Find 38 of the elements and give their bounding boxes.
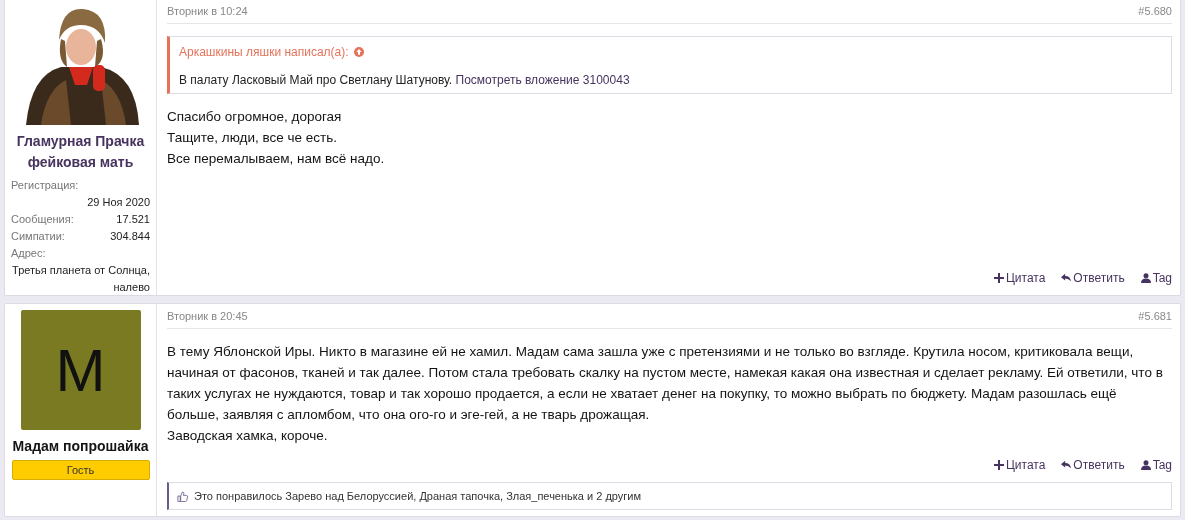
username[interactable]: Гламурная Прачка фейковая мать (11, 131, 150, 173)
stat-value: 17.521 (116, 212, 150, 227)
stat-value: 304.844 (110, 229, 150, 244)
post-number[interactable]: #5.680 (1138, 5, 1172, 17)
thumbs-up-icon (177, 490, 188, 502)
post-text: В тему Яблонской Иры. Никто в магазине ей не хамил. Мадам сама зашла уже с претензиями и не только во взгляде. Крутила носом, критиковала вещи, начиная от фасонов, тканей и так далее. Потом стала требовать скалку на пустом месте, намекая какая она известная и сделает рекламу. Ей ответили, что в таких услугах не нуждаются, товар и так хорошо продается, а если не хватает денег на покупку, то можно выбрать по бюджету. Мадам разошлась ещё больше, заявляя с апломбом, что она ого-го и эге-гей, а не тварь дрожащая. (167, 343, 1164, 424)
stat-label: Сообщения: (11, 212, 74, 227)
avatar[interactable]: M (20, 310, 141, 430)
attachment-link[interactable]: Посмотреть вложение 3100043 (455, 73, 630, 87)
post-date[interactable]: Вторник в 10:24 (167, 5, 248, 17)
plus-icon (993, 273, 1004, 283)
user-title-badge: Гость (11, 460, 150, 480)
quote-link[interactable]: Цитата (993, 271, 1046, 285)
likes-text: Это понравилось Зарево над Белоруссией, Драная тапочка, Злая_печенька и 2 другим (194, 490, 641, 502)
post-date[interactable]: Вторник в 20:45 (167, 310, 248, 322)
tag-link[interactable]: Tag (1140, 458, 1172, 472)
quote-text: В палату Ласковый Май про Светлану Шатунову. (179, 73, 453, 87)
reply-link[interactable]: Ответить (1061, 271, 1125, 285)
post-text: Тащите, люди, все че есть. (167, 129, 338, 147)
up-arrow-icon[interactable] (353, 47, 364, 57)
tag-link[interactable]: Tag (1140, 271, 1172, 285)
plus-icon (993, 460, 1004, 470)
reply-icon (1061, 460, 1072, 470)
post-text: Заводская хамка, короче. (167, 427, 329, 445)
reply-link[interactable]: Ответить (1061, 458, 1125, 472)
reply-icon (1061, 273, 1072, 283)
stat-label: Симпатии: (11, 229, 65, 244)
user-icon (1140, 273, 1151, 283)
post-text: Спасибо огромное, дорогая (167, 108, 343, 126)
stat-label: Адрес: (11, 246, 47, 261)
post-text: Все перемалываем, нам всё надо. (167, 150, 386, 168)
stat-value: Третья планета от Солнца, налево (11, 263, 150, 295)
stat-label: Регистрация: (11, 178, 80, 193)
stat-value: 29 Ноя 2020 (86, 195, 150, 210)
post-number[interactable]: #5.681 (1138, 310, 1172, 322)
user-icon (1140, 460, 1151, 470)
quote-link[interactable]: Цитата (993, 458, 1046, 472)
username[interactable]: Мадам попрошайка (12, 436, 149, 457)
